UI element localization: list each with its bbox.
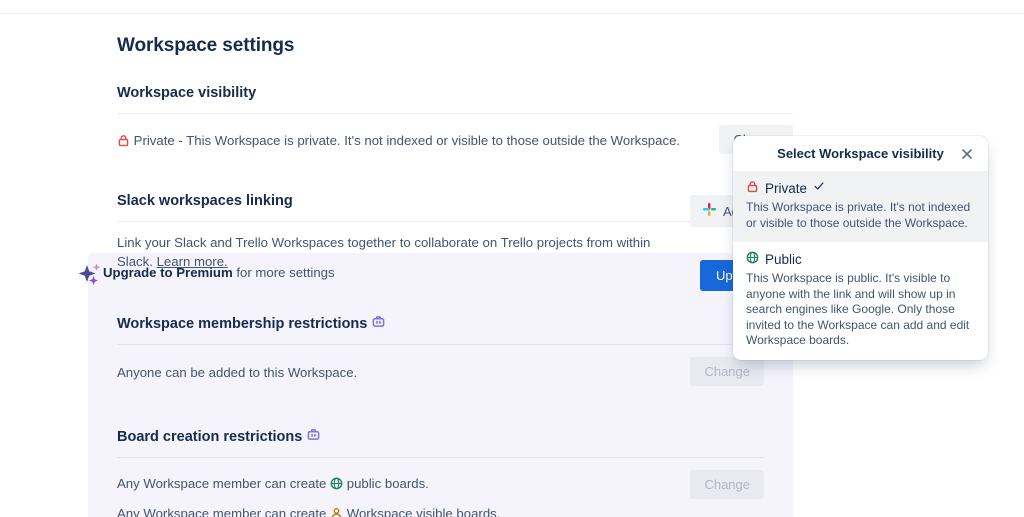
- people-icon: [330, 506, 343, 517]
- premium-badge-icon: [372, 315, 385, 333]
- membership-row: Anyone can be added to this Workspace. C…: [117, 357, 764, 386]
- lock-icon: [746, 179, 759, 198]
- popup-option-public-title: Public: [746, 250, 975, 269]
- board-creation-row-list: Any Workspace member can create public b…: [117, 470, 500, 517]
- board-creation-restrictions-heading: Board creation restrictions: [117, 428, 793, 446]
- popup-option-public-description: This Workspace is public. It's visible t…: [746, 271, 970, 347]
- board-creation-divider: [117, 457, 764, 458]
- membership-restrictions-heading-label: Workspace membership restrictions: [117, 316, 368, 332]
- board-creation-heading-label: Board creation restrictions: [117, 429, 303, 445]
- page-title: Workspace settings: [117, 35, 295, 56]
- globe-icon: [746, 250, 759, 269]
- popup-title: Select Workspace visibility: [777, 146, 944, 161]
- slack-learn-more-link[interactable]: Learn more.: [157, 254, 228, 269]
- board-creation-rows: Any Workspace member can create public b…: [117, 470, 764, 517]
- premium-badge-icon: [307, 428, 320, 446]
- visibility-status: Private - This Workspace is private. It'…: [117, 125, 680, 152]
- board-creation-change-button[interactable]: Change: [690, 470, 764, 499]
- premium-upgrade-panel: Upgrade to Premium for more settings Upg…: [78, 253, 793, 517]
- membership-divider: [117, 344, 764, 345]
- workspace-visibility-heading-label: Workspace visibility: [117, 85, 257, 101]
- popup-option-private-description: This Workspace is private. It's not inde…: [746, 200, 971, 230]
- premium-panel-content: Workspace membership restrictions Anyone…: [117, 315, 793, 517]
- visibility-row: Private - This Workspace is private. It'…: [117, 125, 793, 154]
- visibility-status-text: Private - This Workspace is private. It'…: [133, 133, 681, 148]
- popup-option-private-title: Private: [746, 179, 975, 198]
- slack-description: Link your Slack and Trello Workspaces to…: [117, 233, 689, 271]
- workspace-visibility-popup: Select Workspace visibility Private This…: [733, 136, 988, 360]
- board-creation-row-public: Any Workspace member can create public b…: [117, 470, 500, 495]
- membership-restrictions-heading: Workspace membership restrictions: [117, 315, 793, 333]
- popup-option-public-name: Public: [765, 252, 802, 267]
- board-row-public-suffix: public boards.: [346, 476, 429, 491]
- close-icon[interactable]: [956, 143, 978, 165]
- visibility-divider: [117, 113, 793, 114]
- board-row-workspace-suffix: Workspace visible boards.: [346, 506, 501, 517]
- board-creation-row-workspace: Any Workspace member can create Workspac…: [117, 504, 500, 517]
- globe-icon: [330, 476, 343, 495]
- workspace-visibility-heading: Workspace visibility: [117, 84, 793, 102]
- settings-content: Workspace settings Workspace visibility …: [117, 34, 793, 271]
- board-row-workspace-prefix: Any Workspace member can create: [117, 506, 327, 517]
- board-row-public-prefix: Any Workspace member can create: [117, 476, 327, 491]
- membership-change-button[interactable]: Change: [690, 357, 764, 386]
- popup-option-public[interactable]: Public This Workspace is public. It's vi…: [733, 242, 988, 360]
- slack-icon: [702, 202, 717, 220]
- slack-linking-heading-label: Slack workspaces linking: [117, 193, 293, 209]
- lock-icon: [117, 133, 130, 152]
- popup-option-private-name: Private: [765, 181, 808, 196]
- workspace-settings-page: Upgrade to Premium for more settings Upg…: [0, 0, 1024, 517]
- top-divider: [0, 13, 1024, 14]
- check-icon: [813, 179, 825, 198]
- popup-header: Select Workspace visibility: [733, 136, 988, 171]
- membership-row-text: Anyone can be added to this Workspace.: [117, 365, 358, 380]
- popup-option-private[interactable]: Private This Workspace is private. It's …: [733, 171, 988, 242]
